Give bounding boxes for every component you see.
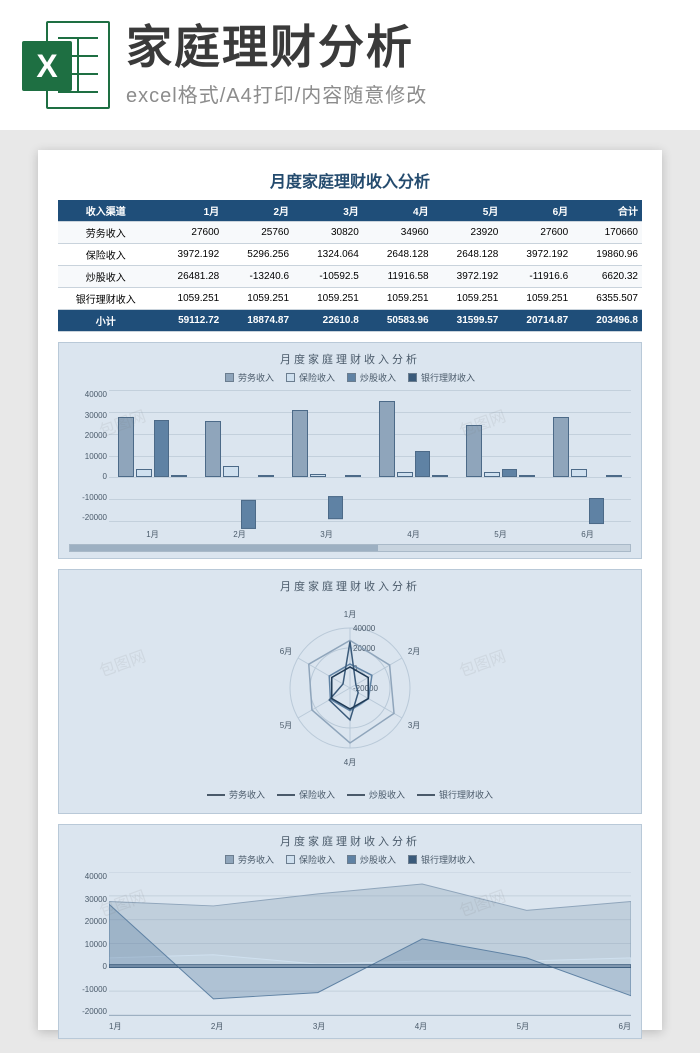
table-row: 银行理财收入1059.2511059.2511059.2511059.25110… [58,288,642,310]
table-row: 炒股收入26481.28-13240.6-10592.511916.583972… [58,266,642,288]
legend-item: 保险收入 [286,853,335,866]
legend-item: 保险收入 [286,371,335,384]
table-header: 6月 [502,200,572,222]
table-header: 1月 [153,200,223,222]
table-row: 劳务收入276002576030820349602392027600170660 [58,222,642,244]
legend-item: 炒股收入 [347,853,396,866]
area-chart: 月度家庭理财收入分析 劳务收入保险收入炒股收入银行理财收入 4000030000… [58,824,642,1039]
area-legend: 劳务收入保险收入炒股收入银行理财收入 [69,853,631,866]
legend-item: 炒股收入 [347,788,405,801]
svg-text:5月: 5月 [280,721,292,730]
bar-y-axis: 400003000020000100000-10000-20000 [69,390,107,522]
legend-item: 银行理财收入 [408,371,475,384]
legend-item: 炒股收入 [347,371,396,384]
banner-subtitle: excel格式/A4打印/内容随意修改 [126,79,678,108]
legend-item: 银行理财收入 [408,853,475,866]
area-x-axis: 1月2月3月4月5月6月 [109,1021,631,1032]
bar-plot [109,390,631,522]
chart-title: 月度家庭理财收入分析 [69,351,631,367]
radar-chart: 月度家庭理财收入分析 -20000020000400001月2月3月4月5月6月… [58,569,642,814]
legend-item: 劳务收入 [225,371,274,384]
table-header: 合计 [572,200,642,222]
bar-x-axis: 1月2月3月4月5月6月 [109,529,631,540]
legend-item: 劳务收入 [207,788,265,801]
excel-icon: X [22,21,110,109]
area-plot [109,872,631,1016]
svg-text:3月: 3月 [408,721,420,730]
page-title: 月度家庭理财收入分析 [58,168,642,192]
chart-title: 月度家庭理财收入分析 [69,578,631,594]
legend-item: 保险收入 [277,788,335,801]
table-header: 收入渠道 [58,200,153,222]
legend-item: 劳务收入 [225,853,274,866]
svg-text:6月: 6月 [280,647,292,656]
income-table: 收入渠道1月2月3月4月5月6月合计 劳务收入27600257603082034… [58,200,642,332]
legend-item: 银行理财收入 [417,788,493,801]
chart-scrollbar[interactable] [69,544,631,552]
svg-text:4月: 4月 [344,758,356,767]
table-header: 4月 [363,200,433,222]
radar-legend: 劳务收入保险收入炒股收入银行理财收入 [69,788,631,801]
table-header: 3月 [293,200,363,222]
area-y-axis: 400003000020000100000-10000-20000 [69,872,107,1016]
svg-text:1月: 1月 [344,610,356,619]
banner-title: 家庭理财分析 [126,22,678,73]
table-header: 2月 [223,200,293,222]
template-banner: X 家庭理财分析 excel格式/A4打印/内容随意修改 [0,0,700,130]
svg-text:40000: 40000 [353,624,376,633]
bar-legend: 劳务收入保险收入炒股收入银行理财收入 [69,371,631,384]
table-header: 5月 [433,200,503,222]
svg-text:2月: 2月 [408,647,420,656]
radar-plot: -20000020000400001月2月3月4月5月6月 [69,598,631,788]
bar-chart: 月度家庭理财收入分析 劳务收入保险收入炒股收入银行理财收入 4000030000… [58,342,642,559]
chart-title: 月度家庭理财收入分析 [69,833,631,849]
table-row: 保险收入3972.1925296.2561324.0642648.1282648… [58,244,642,266]
document-page: 月度家庭理财收入分析 收入渠道1月2月3月4月5月6月合计 劳务收入276002… [38,150,662,1030]
